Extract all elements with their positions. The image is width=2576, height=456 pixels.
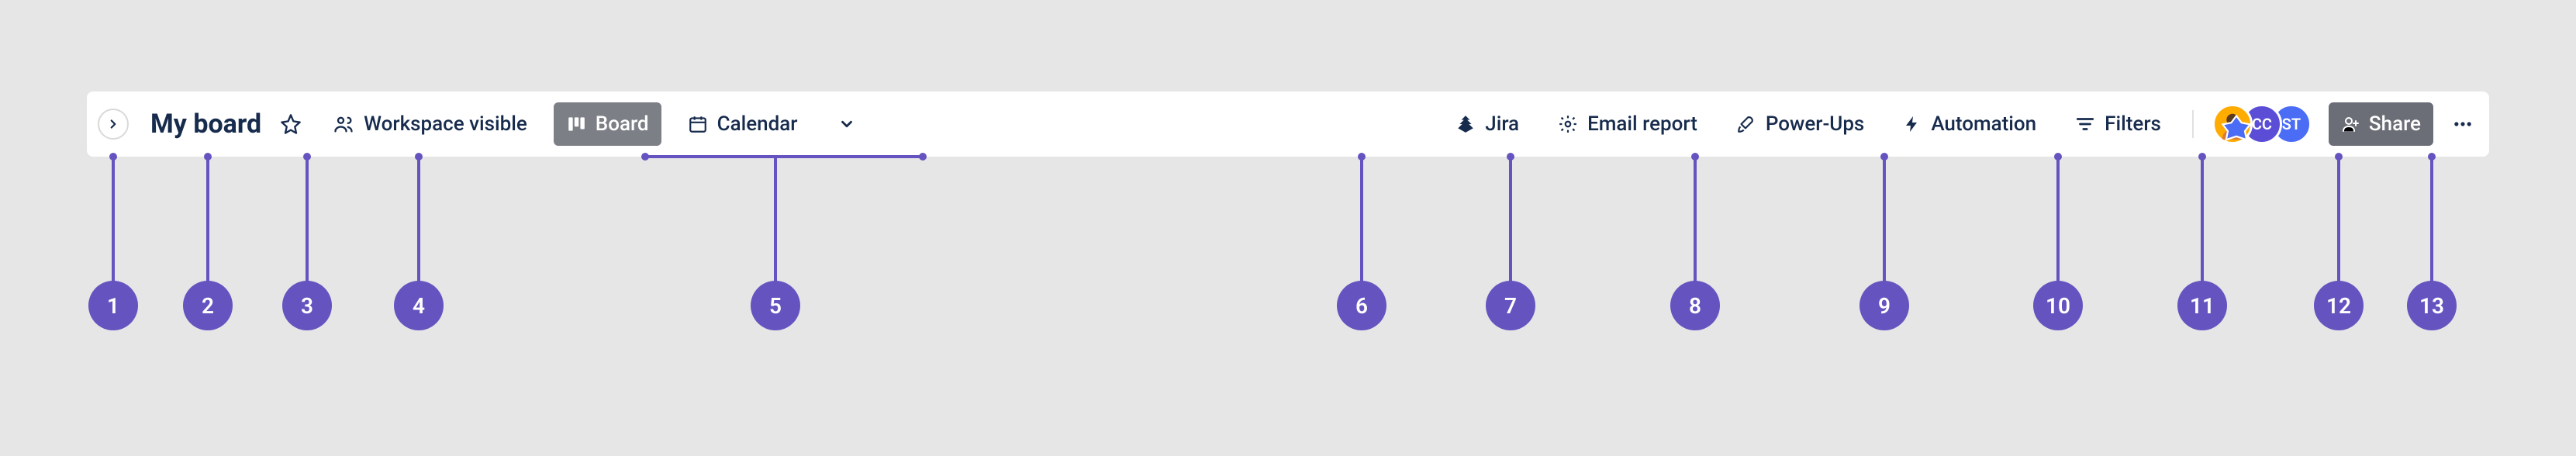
view-switcher-button[interactable] bbox=[831, 109, 862, 140]
calendar-view-label: Calendar bbox=[717, 112, 798, 136]
toolbar-left-group: My board Workspace visible Board bbox=[98, 102, 862, 146]
automation-label: Automation bbox=[1931, 112, 2036, 136]
visibility-label: Workspace visible bbox=[364, 112, 527, 136]
admin-badge-icon bbox=[2219, 112, 2253, 147]
filters-label: Filters bbox=[2105, 112, 2161, 136]
board-toolbar: My board Workspace visible Board bbox=[87, 92, 2489, 157]
more-menu-button[interactable] bbox=[2447, 109, 2478, 140]
powerups-button[interactable]: Power-Ups bbox=[1724, 102, 1877, 146]
email-report-label: Email report bbox=[1587, 112, 1697, 136]
avatar-1[interactable] bbox=[2212, 104, 2253, 144]
board-icon bbox=[566, 114, 586, 134]
rocket-icon bbox=[1736, 114, 1756, 134]
jira-label: Jira bbox=[1485, 112, 1519, 136]
share-button[interactable]: Share bbox=[2329, 102, 2433, 146]
jira-icon bbox=[1455, 114, 1476, 134]
bolt-icon bbox=[1903, 115, 1922, 133]
board-title[interactable]: My board bbox=[150, 109, 261, 140]
chevron-right-icon bbox=[106, 117, 120, 131]
calendar-view-button[interactable]: Calendar bbox=[675, 102, 810, 146]
chevron-down-icon bbox=[838, 116, 855, 133]
jira-button[interactable]: Jira bbox=[1443, 102, 1531, 146]
people-icon bbox=[333, 113, 354, 135]
expand-sidebar-button[interactable] bbox=[98, 109, 129, 140]
share-label: Share bbox=[2369, 112, 2421, 136]
board-view-button[interactable]: Board bbox=[554, 102, 661, 146]
powerups-label: Power-Ups bbox=[1766, 112, 1864, 136]
email-report-button[interactable]: Email report bbox=[1545, 102, 1710, 146]
star-icon bbox=[280, 113, 302, 135]
toolbar-right-group: Jira Email report Power-Ups Automation bbox=[1443, 102, 2478, 146]
filter-icon bbox=[2075, 114, 2095, 134]
board-view-label: Board bbox=[596, 112, 649, 136]
divider bbox=[2192, 110, 2194, 138]
user-add-icon bbox=[2341, 115, 2360, 133]
visibility-button[interactable]: Workspace visible bbox=[320, 102, 540, 146]
filters-button[interactable]: Filters bbox=[2063, 102, 2174, 146]
automation-button[interactable]: Automation bbox=[1891, 102, 2049, 146]
settings-small-icon bbox=[1558, 114, 1578, 134]
star-button[interactable] bbox=[275, 109, 306, 140]
dots-horizontal-icon bbox=[2452, 113, 2474, 135]
calendar-icon bbox=[688, 114, 708, 134]
avatar-group[interactable]: CC ST bbox=[2212, 104, 2312, 144]
